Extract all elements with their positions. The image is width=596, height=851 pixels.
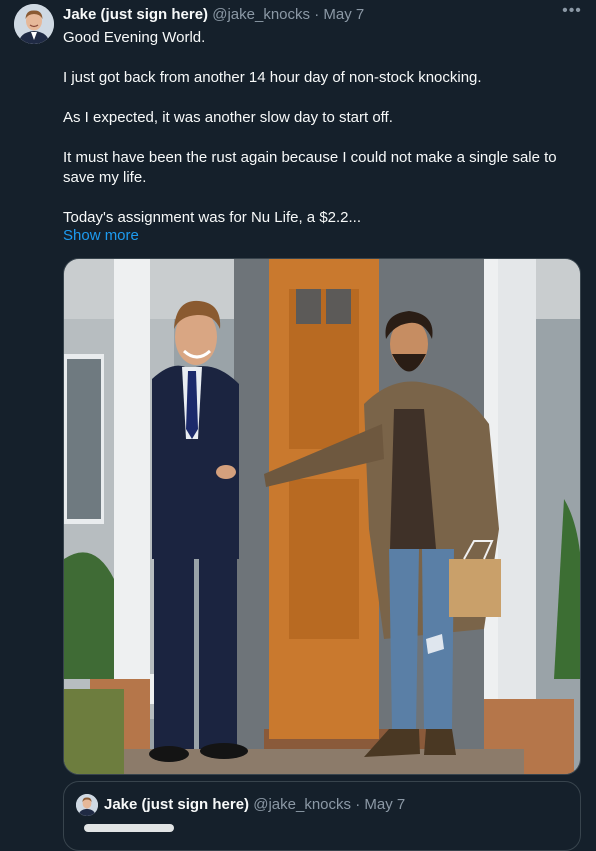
quote-author-handle: @jake_knocks: [253, 796, 352, 813]
more-horizontal-icon[interactable]: •••: [560, 2, 584, 24]
paragraph: It must have been the rust again because…: [63, 149, 557, 186]
paragraph: Today's assignment was for Nu Life, a $2…: [63, 209, 362, 226]
quote-separator-dot: ·: [355, 796, 361, 813]
author-name[interactable]: Jake (just sign here): [63, 6, 208, 23]
tweet-text: Good Evening World. I just got back from…: [63, 28, 578, 248]
paragraph: Good Evening World.: [63, 29, 206, 46]
quote-date: May 7: [364, 796, 406, 813]
quote-header: Jake (just sign here) @jake_knocks · May…: [104, 796, 405, 814]
tweet-image[interactable]: [63, 258, 581, 775]
tweet-header: Jake (just sign here) @jake_knocks · May…: [63, 6, 364, 24]
quote-author-avatar: [76, 794, 98, 816]
separator-dot: ·: [314, 6, 320, 23]
show-more-link[interactable]: Show more: [63, 227, 139, 244]
author-handle[interactable]: @jake_knocks: [212, 6, 310, 23]
quoted-tweet[interactable]: Jake (just sign here) @jake_knocks · May…: [63, 781, 581, 851]
paragraph: I just got back from another 14 hour day…: [63, 69, 482, 86]
quote-author-name: Jake (just sign here): [104, 796, 250, 813]
tweet-date[interactable]: May 7: [323, 6, 364, 23]
author-avatar[interactable]: [14, 4, 54, 44]
paragraph: As I expected, it was another slow day t…: [63, 109, 393, 126]
